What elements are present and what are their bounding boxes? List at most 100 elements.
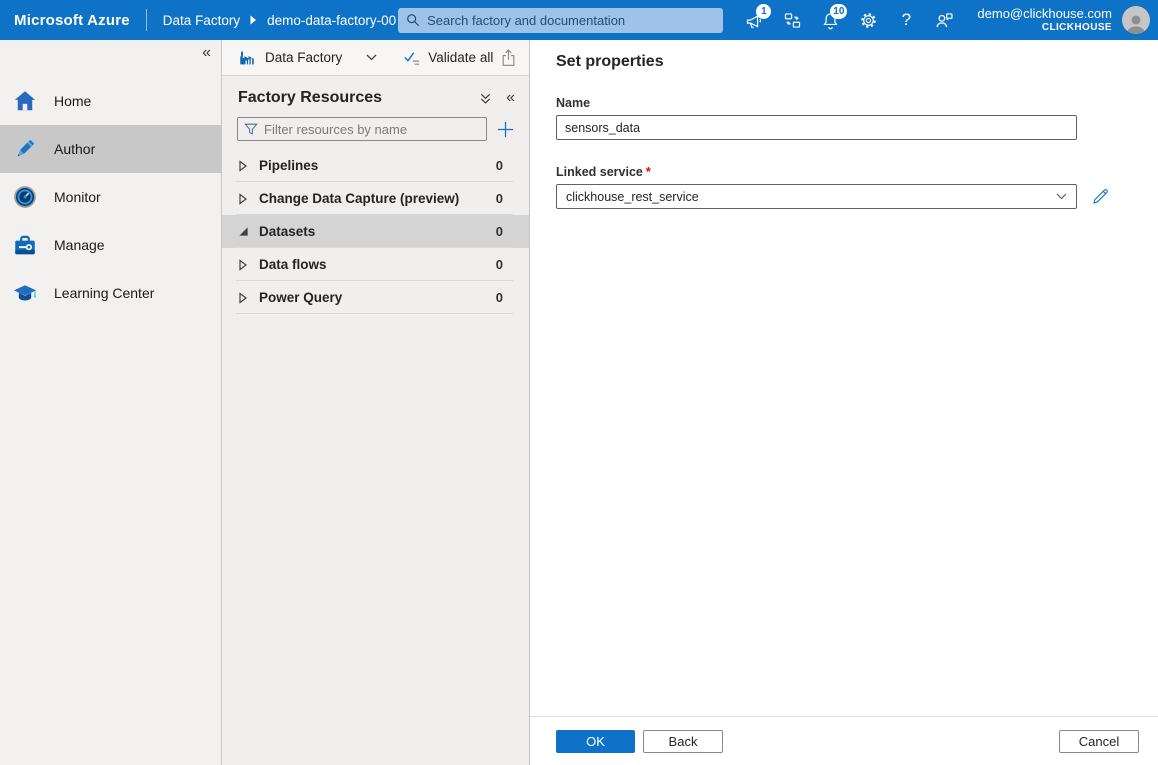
panel-collapse-icon[interactable]: « bbox=[506, 90, 515, 106]
tree-label: Datasets bbox=[259, 224, 496, 239]
tree-row-datasets[interactable]: Datasets 0 bbox=[222, 215, 529, 248]
sidebar-collapse-icon[interactable]: « bbox=[202, 44, 211, 62]
azure-brand[interactable]: Microsoft Azure bbox=[14, 12, 130, 29]
sidebar-nav: Home Author bbox=[0, 77, 221, 317]
tree-row-power-query[interactable]: Power Query 0 bbox=[222, 281, 529, 314]
account-menu[interactable]: demo@clickhouse.com CLICKHOUSE bbox=[977, 6, 1112, 35]
factory-toolbar-title: Data Factory bbox=[265, 50, 342, 65]
caret-collapsed-icon[interactable] bbox=[238, 160, 254, 172]
home-icon bbox=[12, 88, 38, 114]
linked-service-label: Linked service* bbox=[556, 165, 1158, 179]
sidebar-item-label: Author bbox=[54, 141, 95, 157]
tree-row-data-flows[interactable]: Data flows 0 bbox=[222, 248, 529, 281]
resources-header-actions: « bbox=[479, 90, 515, 106]
global-search bbox=[398, 8, 723, 33]
search-icon bbox=[406, 13, 420, 27]
back-button[interactable]: Back bbox=[643, 730, 723, 753]
pencil-edit-icon bbox=[1091, 187, 1110, 206]
person-silhouette-icon bbox=[1124, 12, 1148, 34]
factory-toolbar: Data Factory Validate all bbox=[222, 40, 529, 76]
caret-expanded-icon[interactable] bbox=[238, 226, 254, 237]
sidebar-item-author[interactable]: Author bbox=[0, 125, 221, 173]
linked-service-select[interactable]: clickhouse_rest_service bbox=[556, 184, 1077, 209]
share-button[interactable] bbox=[500, 49, 517, 67]
edit-linked-service-button[interactable] bbox=[1091, 187, 1110, 206]
sidebar-item-label: Manage bbox=[54, 237, 105, 253]
panel-footer: OK Back Cancel bbox=[530, 716, 1158, 765]
tree-row-change-data-capture[interactable]: Change Data Capture (preview) 0 bbox=[222, 182, 529, 215]
caret-collapsed-icon[interactable] bbox=[238, 193, 254, 205]
settings-button[interactable] bbox=[849, 0, 887, 40]
announcements-button[interactable]: 1 bbox=[735, 0, 773, 40]
left-sidebar: « Home Author bbox=[0, 40, 222, 765]
pencil-author-icon bbox=[12, 136, 38, 162]
validate-all-button[interactable]: Validate all bbox=[403, 50, 493, 66]
factory-resources-header: Factory Resources « bbox=[222, 76, 529, 115]
select-chevron-down-icon bbox=[1056, 193, 1067, 200]
sidebar-item-label: Home bbox=[54, 93, 91, 109]
name-field-label: Name bbox=[556, 96, 1158, 110]
resources-tree: Pipelines 0 Change Data Capture (preview… bbox=[222, 149, 529, 314]
notifications-button[interactable]: 10 bbox=[811, 0, 849, 40]
caret-collapsed-icon[interactable] bbox=[238, 292, 254, 304]
linked-service-row: clickhouse_rest_service bbox=[556, 184, 1158, 209]
ok-button[interactable]: OK bbox=[556, 730, 635, 753]
caret-collapsed-icon[interactable] bbox=[238, 259, 254, 271]
main-layout: « Home Author bbox=[0, 40, 1158, 765]
factory-dropdown-chevron-icon[interactable] bbox=[366, 54, 377, 61]
factory-resources-title: Factory Resources bbox=[238, 89, 479, 107]
help-icon: ? bbox=[902, 10, 911, 30]
add-resource-button[interactable] bbox=[496, 120, 515, 139]
avatar[interactable] bbox=[1122, 6, 1150, 34]
tree-count: 0 bbox=[496, 191, 503, 206]
sidebar-item-label: Learning Center bbox=[54, 285, 154, 301]
directory-switch-icon bbox=[782, 10, 803, 31]
resources-filter bbox=[237, 117, 487, 141]
feedback-person-icon bbox=[934, 10, 955, 31]
tree-count: 0 bbox=[496, 224, 503, 239]
set-properties-body: Set properties Name Linked service* clic… bbox=[530, 40, 1158, 209]
validate-all-label: Validate all bbox=[428, 50, 493, 65]
topbar-divider bbox=[146, 9, 147, 31]
topbar-icon-cluster: 1 10 ? bbox=[735, 0, 963, 40]
tree-row-pipelines[interactable]: Pipelines 0 bbox=[222, 149, 529, 182]
filter-funnel-icon bbox=[244, 122, 258, 136]
factory-resources-panel: Data Factory Validate all Factory Resour… bbox=[222, 40, 530, 765]
help-button[interactable]: ? bbox=[887, 0, 925, 40]
panel-title: Set properties bbox=[556, 53, 1158, 71]
breadcrumb-instance[interactable]: demo-data-factory-00 bbox=[267, 13, 396, 28]
toolbox-manage-icon bbox=[12, 232, 38, 258]
tree-label: Power Query bbox=[259, 290, 496, 305]
tree-count: 0 bbox=[496, 290, 503, 305]
top-bar: Microsoft Azure Data Factory demo-data-f… bbox=[0, 0, 1158, 40]
search-input[interactable] bbox=[427, 13, 715, 28]
share-export-icon bbox=[500, 49, 517, 67]
collapse-all-icon[interactable] bbox=[479, 92, 492, 105]
sidebar-item-manage[interactable]: Manage bbox=[0, 221, 221, 269]
graduation-cap-icon bbox=[12, 280, 38, 306]
breadcrumb-caret-icon bbox=[250, 15, 257, 25]
gauge-monitor-icon bbox=[12, 184, 38, 210]
sidebar-item-learning-center[interactable]: Learning Center bbox=[0, 269, 221, 317]
set-properties-panel: Set properties Name Linked service* clic… bbox=[530, 40, 1158, 765]
notifications-badge: 10 bbox=[830, 4, 847, 19]
tree-label: Change Data Capture (preview) bbox=[259, 191, 496, 206]
cancel-button[interactable]: Cancel bbox=[1059, 730, 1139, 753]
feedback-button[interactable] bbox=[925, 0, 963, 40]
linked-service-value: clickhouse_rest_service bbox=[566, 190, 699, 204]
required-asterisk: * bbox=[646, 165, 651, 179]
tree-label: Data flows bbox=[259, 257, 496, 272]
breadcrumb-app[interactable]: Data Factory bbox=[163, 13, 240, 28]
directory-switch-button[interactable] bbox=[773, 0, 811, 40]
data-factory-selector[interactable]: Data Factory bbox=[238, 49, 342, 67]
sidebar-item-monitor[interactable]: Monitor bbox=[0, 173, 221, 221]
filter-resources-input[interactable] bbox=[264, 122, 480, 137]
resources-filter-row bbox=[222, 115, 529, 149]
name-input[interactable] bbox=[556, 115, 1077, 140]
sidebar-item-home[interactable]: Home bbox=[0, 77, 221, 125]
sidebar-item-label: Monitor bbox=[54, 189, 101, 205]
gear-icon bbox=[858, 10, 879, 31]
tree-label: Pipelines bbox=[259, 158, 496, 173]
plus-icon bbox=[496, 120, 515, 139]
announcements-badge: 1 bbox=[756, 4, 771, 19]
